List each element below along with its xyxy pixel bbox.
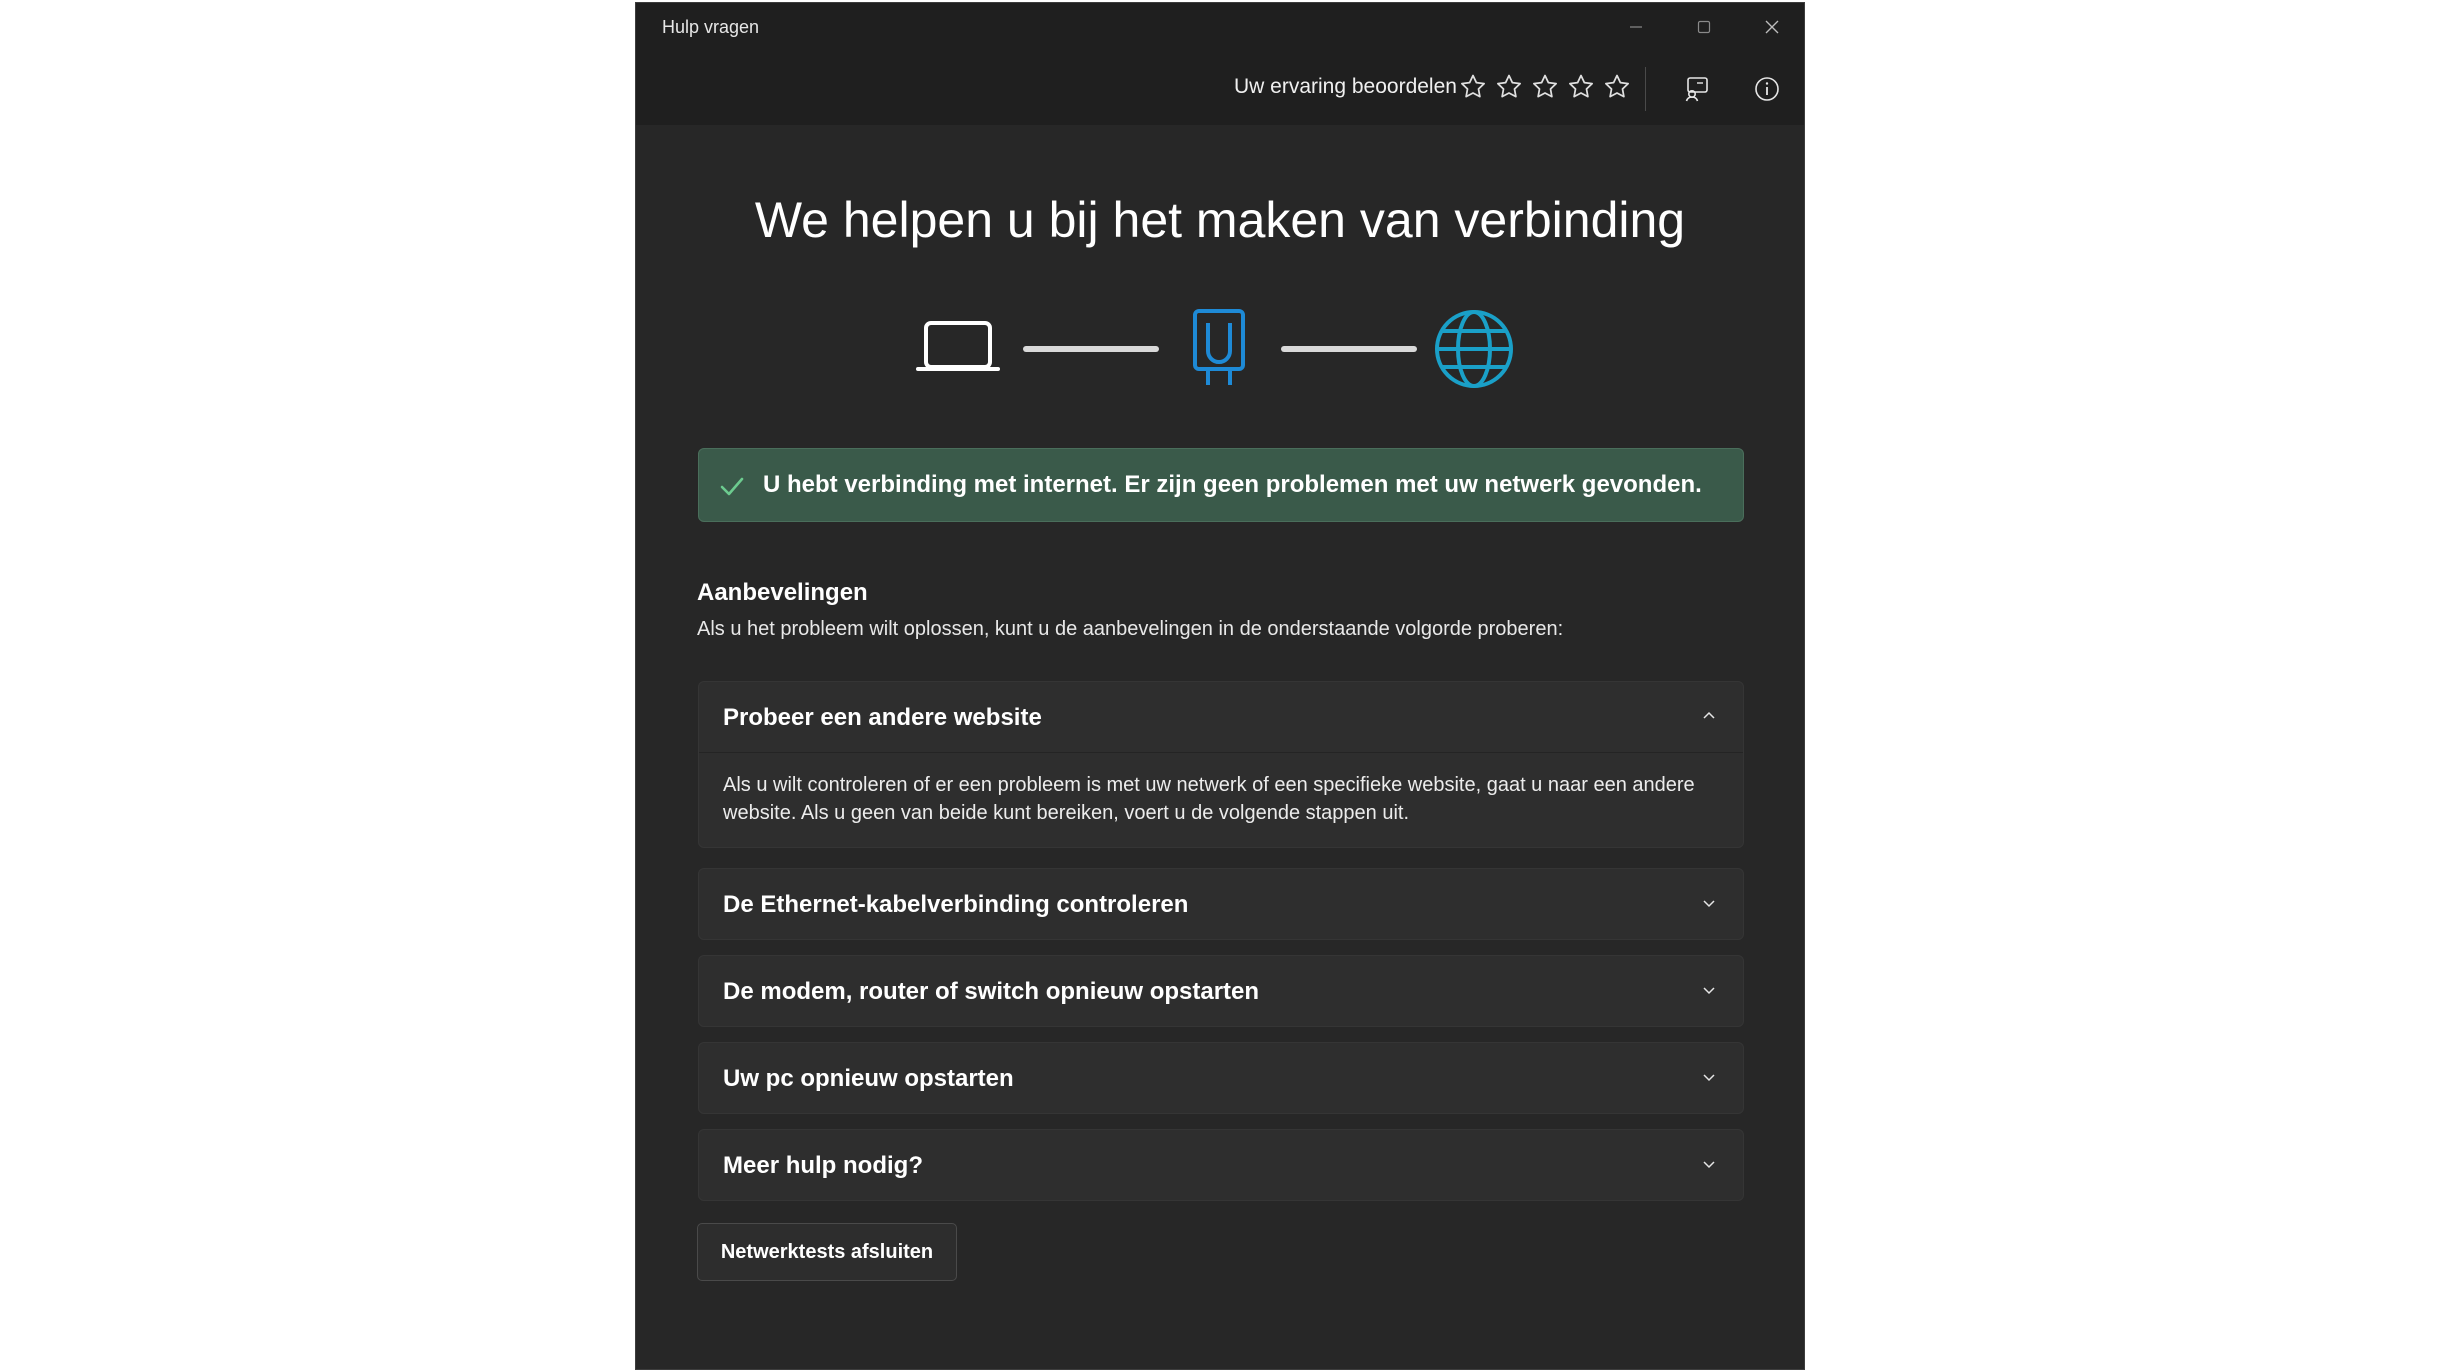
page-title: We helpen u bij het maken van verbinding — [754, 192, 1686, 248]
recommendation-header[interactable]: De Ethernet-kabelverbinding controleren — [699, 869, 1743, 939]
chevron-down-icon — [1703, 987, 1715, 995]
star-icon-2[interactable] — [1494, 72, 1524, 102]
recommendation-header[interactable]: Uw pc opnieuw opstarten — [699, 1043, 1743, 1113]
toolbar-divider — [1645, 67, 1646, 111]
router-icon — [1193, 309, 1245, 385]
feedback-icon — [1685, 77, 1708, 102]
rate-experience-label: Uw ervaring beoordelen — [1234, 75, 1457, 98]
rating-stars — [1458, 72, 1632, 102]
minimize-button[interactable] — [1602, 3, 1670, 51]
star-icon-4[interactable] — [1566, 72, 1596, 102]
window-title: Hulp vragen — [662, 17, 760, 37]
recommendation-title: De modem, router of switch opnieuw opsta… — [723, 978, 1260, 1005]
recommendation-header[interactable]: De modem, router of switch opnieuw opsta… — [699, 956, 1743, 1026]
recommendations-subtitle: Als u het probleem wilt oplossen, kunt u… — [697, 618, 1564, 640]
recommendation-title: Meer hulp nodig? — [723, 1152, 923, 1179]
feedback-button[interactable] — [1675, 67, 1719, 111]
recommendation-card-1: Probeer een andere website Als u wilt co… — [698, 681, 1744, 848]
info-icon — [1755, 77, 1779, 101]
info-button[interactable] — [1745, 67, 1789, 111]
title-bar: Hulp vragen — [636, 3, 1804, 53]
minimize-icon — [1630, 26, 1642, 28]
recommendation-header[interactable]: Meer hulp nodig? — [699, 1130, 1743, 1200]
globe-icon — [1435, 310, 1513, 388]
recommendation-header[interactable]: Probeer een andere website — [699, 682, 1743, 752]
checkmark-icon — [720, 477, 744, 496]
recommendation-title: Probeer een andere website — [723, 704, 1042, 731]
chevron-down-icon — [1703, 1161, 1715, 1169]
connection-diagram-graphic — [916, 309, 1513, 388]
recommendations-title: Aanbevelingen — [697, 579, 868, 606]
recommendation-body: Als u wilt controleren of er een problee… — [699, 752, 1743, 847]
status-banner: U hebt verbinding met internet. Er zijn … — [698, 448, 1744, 522]
star-icon-5[interactable] — [1602, 72, 1632, 102]
laptop-icon — [916, 321, 1000, 371]
connection-diagram — [636, 301, 1804, 391]
toolbar: Uw ervaring beoordelen — [636, 53, 1804, 125]
maximize-button[interactable] — [1670, 3, 1738, 51]
recommendation-card-4: Uw pc opnieuw opstarten — [698, 1042, 1744, 1114]
star-icon-3[interactable] — [1530, 72, 1560, 102]
close-window-button[interactable] — [1738, 3, 1804, 51]
chevron-down-icon — [1703, 900, 1715, 908]
close-icon — [1765, 20, 1779, 34]
close-network-tests-button[interactable]: Netwerktests afsluiten — [697, 1223, 957, 1281]
star-icon-1[interactable] — [1458, 72, 1488, 102]
recommendation-title: De Ethernet-kabelverbinding controleren — [723, 891, 1189, 918]
recommendation-card-3: De modem, router of switch opnieuw opsta… — [698, 955, 1744, 1027]
chevron-down-icon — [1703, 1074, 1715, 1082]
recommendation-card-5: Meer hulp nodig? — [698, 1129, 1744, 1201]
recommendation-card-2: De Ethernet-kabelverbinding controleren — [698, 868, 1744, 940]
recommendation-title: Uw pc opnieuw opstarten — [723, 1065, 1014, 1092]
maximize-icon — [1697, 20, 1711, 34]
status-text: U hebt verbinding met internet. Er zijn … — [763, 471, 1702, 498]
chevron-up-icon — [1703, 711, 1715, 719]
help-window: Hulp vragen Uw ervaring beoordelen We he… — [635, 2, 1805, 1370]
